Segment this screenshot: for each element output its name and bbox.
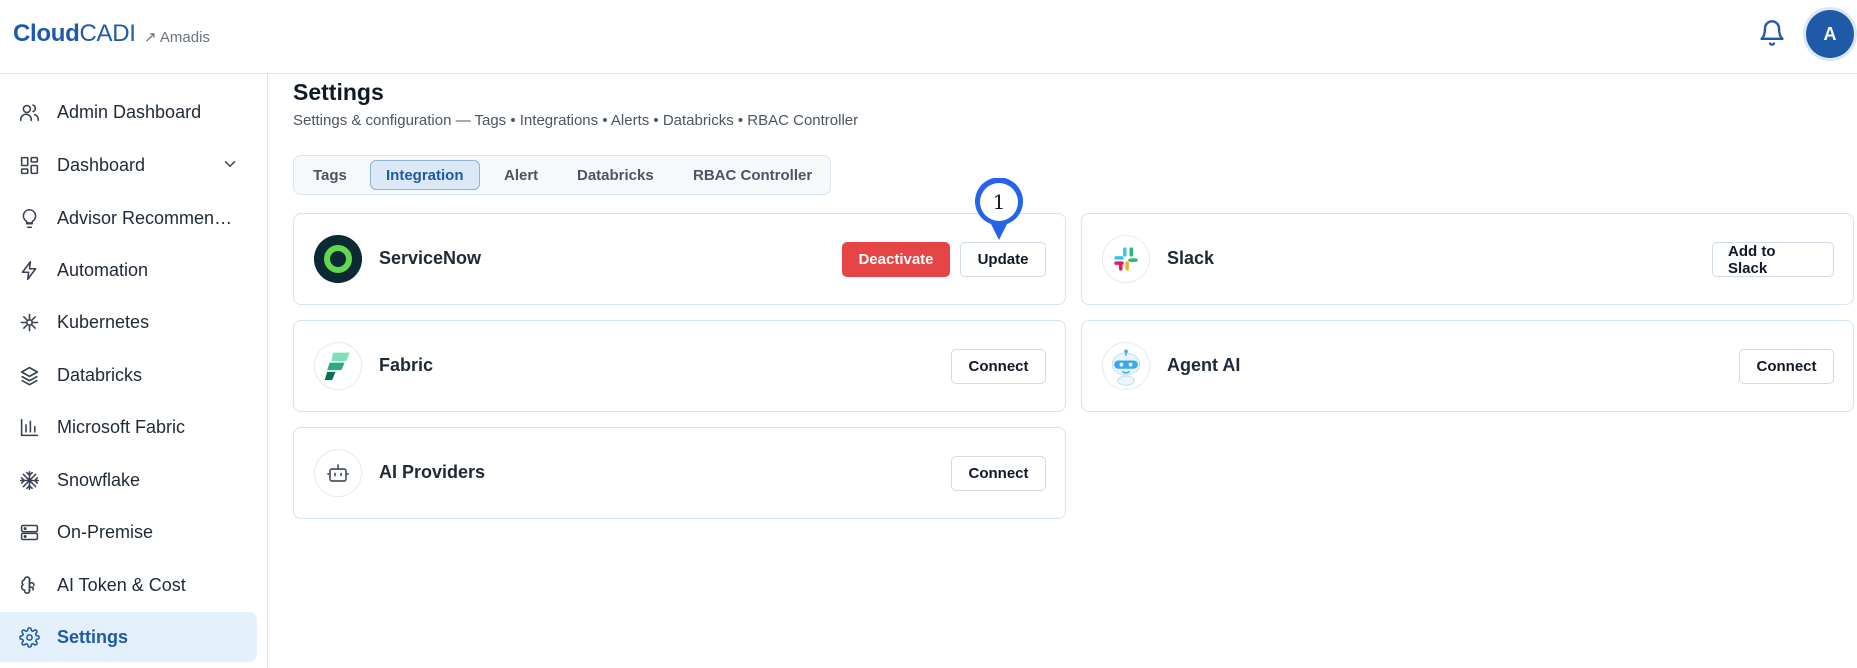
sidebar-item-label: Microsoft Fabric xyxy=(57,416,186,437)
connect-button[interactable]: Connect xyxy=(951,349,1046,384)
connect-button[interactable]: Connect xyxy=(1739,349,1834,384)
bar-chart-icon xyxy=(18,416,40,438)
integration-card-fabric: Fabric Connect xyxy=(293,320,1066,412)
integration-name: Agent AI xyxy=(1167,355,1241,375)
connect-button[interactable]: Connect xyxy=(951,456,1046,491)
step-marker: 1 xyxy=(973,177,1025,242)
snowflake-icon xyxy=(18,469,40,491)
sidebar-item-label: Snowflake xyxy=(57,469,141,490)
bot-icon xyxy=(314,449,362,497)
sidebar-item-label: Automation xyxy=(57,259,149,280)
sidebar-item-databricks[interactable]: Databricks xyxy=(0,350,257,400)
integration-name: Slack xyxy=(1167,248,1215,268)
layers-icon xyxy=(18,364,40,386)
tab-databricks[interactable]: Databricks xyxy=(562,160,669,190)
integration-name: AI Providers xyxy=(379,462,486,482)
gear-icon xyxy=(18,626,40,648)
robot-mascot-icon xyxy=(1102,342,1150,390)
fabric-logo-icon xyxy=(314,342,362,390)
sidebar-item-label: Advisor Recommend... xyxy=(57,207,239,228)
integration-name: ServiceNow xyxy=(379,248,482,268)
sidebar-item-kubernetes[interactable]: Kubernetes xyxy=(0,297,257,347)
sidebar-item-label: Databricks xyxy=(57,364,143,385)
top-bar: CloudCADI ↗ Amadis A xyxy=(0,0,1857,74)
sidebar: Admin Dashboard Dashboard Advisor Recomm… xyxy=(0,74,268,668)
sidebar-item-advisor-recommendations[interactable]: Advisor Recommend... xyxy=(0,193,257,243)
chevron-down-icon[interactable] xyxy=(221,155,239,173)
sidebar-item-label: Dashboard xyxy=(57,154,146,175)
sidebar-item-label: Settings xyxy=(57,626,129,647)
sidebar-item-microsoft-fabric[interactable]: Microsoft Fabric xyxy=(0,402,257,452)
add-to-slack-button[interactable]: Add to Slack xyxy=(1712,242,1834,277)
integration-name: Fabric xyxy=(379,355,434,375)
settings-tabs: Tags Integration Alert Databricks RBAC C… xyxy=(293,155,831,195)
server-icon xyxy=(18,521,40,543)
dashboard-grid-icon xyxy=(18,154,40,176)
sidebar-item-settings[interactable]: Settings xyxy=(0,612,257,662)
sidebar-item-admin-dashboard[interactable]: Admin Dashboard xyxy=(0,87,257,137)
update-button[interactable]: Update xyxy=(960,242,1046,277)
kubernetes-icon xyxy=(18,311,40,333)
sidebar-item-dashboard[interactable]: Dashboard xyxy=(0,140,257,190)
tenant-link[interactable]: ↗ Amadis xyxy=(144,28,210,46)
step-marker-number: 1 xyxy=(993,190,1006,214)
sidebar-item-ai-token-cost[interactable]: AI Token & Cost xyxy=(0,560,257,610)
tab-rbac-controller[interactable]: RBAC Controller xyxy=(678,160,827,190)
deactivate-button[interactable]: Deactivate xyxy=(842,242,950,277)
slack-logo-icon xyxy=(1102,235,1150,283)
page-subtitle: Settings & configuration — Tags • Integr… xyxy=(293,112,859,129)
sidebar-item-label: Kubernetes xyxy=(57,311,150,332)
sidebar-item-label: AI Token & Cost xyxy=(57,574,186,595)
lightning-icon xyxy=(18,259,40,281)
sidebar-item-label: On-Premise xyxy=(57,521,154,542)
integration-card-ai-providers: AI Providers Connect xyxy=(293,427,1066,519)
tab-tags[interactable]: Tags xyxy=(298,160,362,190)
users-icon xyxy=(18,101,40,123)
page-title: Settings xyxy=(293,79,384,105)
lightbulb-icon xyxy=(18,207,40,229)
logo-light-text: CADI xyxy=(79,20,136,47)
logo-bold-text: Cloud xyxy=(13,20,80,47)
bell-icon[interactable] xyxy=(1758,18,1786,48)
sidebar-item-snowflake[interactable]: Snowflake xyxy=(0,455,257,505)
integration-card-agent-ai: Agent AI Connect xyxy=(1081,320,1854,412)
integration-card-servicenow: ServiceNow Deactivate Update xyxy=(293,213,1066,305)
tab-alert[interactable]: Alert xyxy=(489,160,553,190)
servicenow-logo-icon xyxy=(314,235,362,283)
app-logo[interactable]: CloudCADI xyxy=(13,20,136,48)
sidebar-item-automation[interactable]: Automation xyxy=(0,245,257,295)
sidebar-item-on-premise[interactable]: On-Premise xyxy=(0,507,257,557)
sidebar-item-label: Admin Dashboard xyxy=(57,101,202,122)
brain-icon xyxy=(18,574,40,596)
avatar[interactable]: A xyxy=(1806,10,1854,58)
tab-integration[interactable]: Integration xyxy=(370,160,480,190)
integration-card-slack: Slack Add to Slack xyxy=(1081,213,1854,305)
